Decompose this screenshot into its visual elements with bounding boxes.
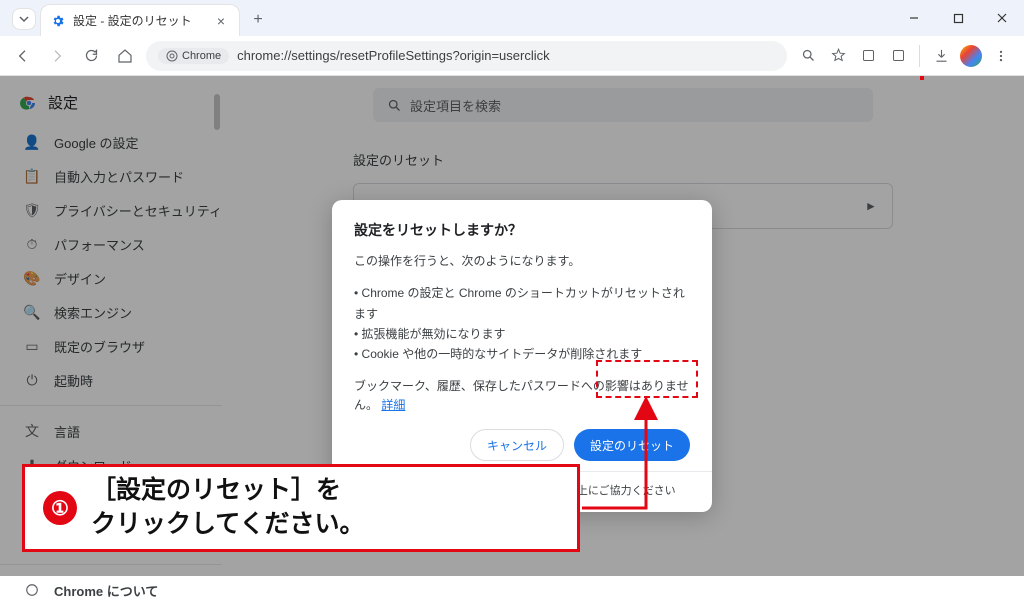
- chrome-icon: [166, 50, 178, 62]
- address-bar[interactable]: Chrome chrome://settings/resetProfileSet…: [146, 41, 787, 71]
- kebab-menu-button[interactable]: [988, 43, 1014, 69]
- gear-icon: [51, 14, 65, 28]
- window-controls: [892, 0, 1024, 36]
- annotation-callout: ① ［設定のリセット］を クリックしてください。: [22, 464, 580, 552]
- titlebar: 設定 - 設定のリセット × +: [0, 0, 1024, 36]
- close-button[interactable]: [980, 0, 1024, 36]
- dialog-bullet-list: Chrome の設定と Chrome のショートカットがリセットされます 拡張機…: [354, 283, 690, 365]
- tab-strip: 設定 - 設定のリセット × +: [0, 0, 272, 36]
- cancel-button[interactable]: キャンセル: [470, 429, 564, 461]
- details-link[interactable]: 詳細: [381, 398, 405, 412]
- ext-icon-2[interactable]: [885, 43, 911, 69]
- dialog-intro: この操作を行うと、次のようになります。: [354, 252, 690, 271]
- annotation-number: ①: [43, 491, 77, 525]
- minimize-button[interactable]: [892, 0, 936, 36]
- home-button[interactable]: [112, 43, 138, 69]
- tab-close-button[interactable]: ×: [213, 13, 229, 29]
- dialog-title: 設定をリセットしますか？: [354, 220, 690, 240]
- new-tab-button[interactable]: +: [244, 6, 272, 34]
- ext-icon-1[interactable]: [855, 43, 881, 69]
- dialog-bullet: Cookie や他の一時的なサイトデータが削除されます: [354, 344, 690, 364]
- browser-tab[interactable]: 設定 - 設定のリセット ×: [40, 4, 240, 36]
- tab-search-button[interactable]: [12, 8, 36, 30]
- forward-button[interactable]: [44, 43, 70, 69]
- search-shortcut-icon[interactable]: [795, 43, 821, 69]
- sidebar-item-about[interactable]: Chrome について: [0, 573, 222, 607]
- dialog-bullet: 拡張機能が無効になります: [354, 324, 690, 344]
- bookmark-button[interactable]: [825, 43, 851, 69]
- annotation-text: ［設定のリセット］を クリックしてください。: [91, 474, 365, 542]
- back-button[interactable]: [10, 43, 36, 69]
- reload-button[interactable]: [78, 43, 104, 69]
- scheme-chip: Chrome: [158, 48, 229, 64]
- profile-avatar[interactable]: [958, 43, 984, 69]
- reset-confirm-button[interactable]: 設定のリセット: [574, 429, 690, 461]
- url-text: chrome://settings/resetProfileSettings?o…: [237, 48, 550, 63]
- tab-title: 設定 - 設定のリセット: [73, 12, 192, 29]
- browser-toolbar: Chrome chrome://settings/resetProfileSet…: [0, 36, 1024, 76]
- downloads-button[interactable]: [928, 43, 954, 69]
- chevron-down-icon: [19, 14, 29, 24]
- chrome-about-icon: [24, 582, 40, 598]
- dialog-bullet: Chrome の設定と Chrome のショートカットがリセットされます: [354, 283, 690, 324]
- dialog-note: ブックマーク、履歴、保存したパスワードへの影響はありません。 詳細: [354, 377, 690, 415]
- maximize-button[interactable]: [936, 0, 980, 36]
